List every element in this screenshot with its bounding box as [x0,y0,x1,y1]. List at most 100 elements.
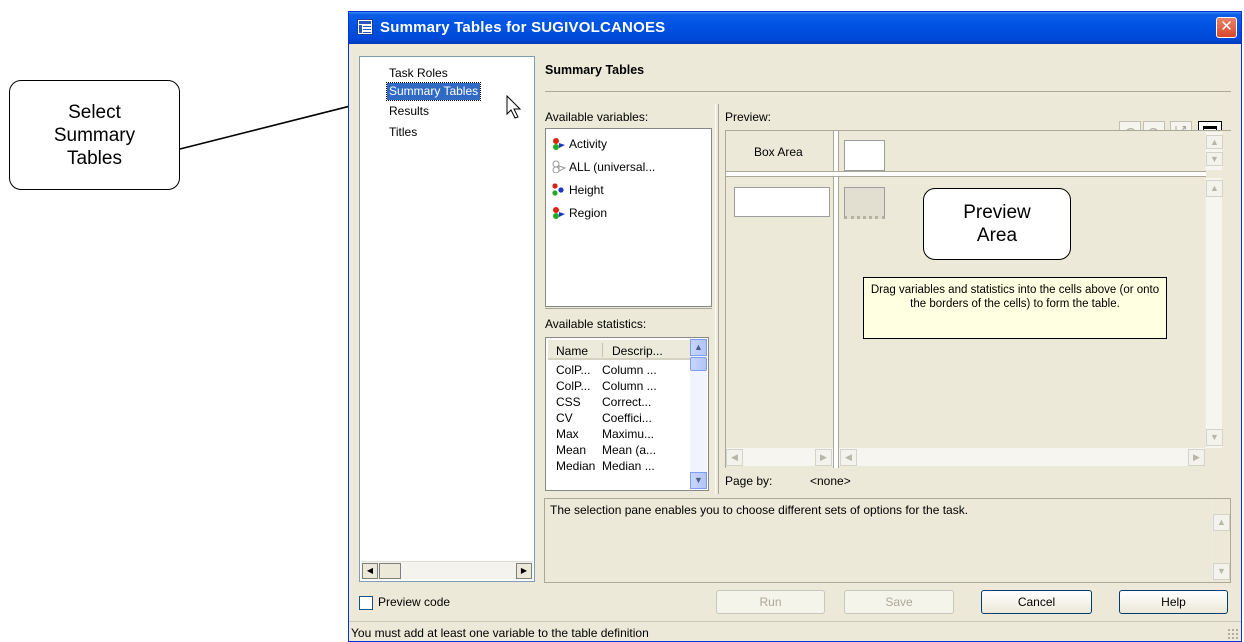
table-row[interactable]: Mean Mean (a... [556,443,656,457]
nav-item-titles[interactable]: Titles [387,124,419,140]
variable-item-region[interactable]: Region [552,206,607,220]
scroll-down-arrow-icon[interactable]: ▼ [1213,563,1230,580]
column-header-name[interactable]: Name [556,344,588,358]
stat-name: Max [556,427,579,441]
column-header-description[interactable]: Descrip... [612,344,663,358]
section-heading: Summary Tables [545,63,645,77]
nav-item-label: Results [389,104,430,118]
row-heading-cell[interactable] [734,187,830,217]
preview-code-checkbox[interactable] [359,596,373,610]
scroll-left-arrow-icon[interactable]: ◀ [362,563,378,579]
column-divider [833,131,839,468]
callout-preview-text: Preview Area [963,202,1031,246]
available-statistics-label: Available statistics: [545,317,647,331]
table-row[interactable]: Median Median ... [556,459,655,473]
scroll-right-arrow-icon[interactable]: ▶ [815,449,832,466]
preview-horizontal-scrollbar[interactable]: ◀ ▶ [839,448,1205,466]
callout-preview-area: Preview Area [923,188,1071,260]
callout-select-text: Select Summary Tables [53,101,136,169]
nav-item-task-roles[interactable]: Task Roles [387,65,450,81]
stat-description: Column ... [602,379,657,393]
stat-description: Correct... [602,395,652,409]
table-row[interactable]: CV Coeffici... [556,411,652,425]
nav-item-results[interactable]: Results [387,103,431,119]
status-bar: You must add at least one variable to th… [349,621,1241,641]
stat-description: Coeffici... [602,411,652,425]
scroll-up-arrow-icon[interactable]: ▲ [1213,514,1230,531]
title-bar[interactable]: Summary Tables for SUGIVOLCANOES ✕ [349,12,1241,44]
variables-list[interactable]: Activity ALL (universal... Height Region [545,128,712,307]
scroll-left-arrow-icon[interactable]: ◀ [840,449,857,466]
scroll-down-arrow-icon[interactable]: ▼ [690,472,707,489]
help-button[interactable]: Help [1119,590,1228,614]
nav-item-label: Titles [389,125,418,139]
description-text: The selection pane enables you to choose… [550,503,969,517]
scroll-right-arrow-icon[interactable]: ▶ [1188,449,1205,466]
results-cell[interactable] [844,187,885,219]
resize-grip-icon[interactable] [1227,628,1239,640]
stat-description: Median ... [602,459,655,473]
table-row[interactable]: Max Maximu... [556,427,654,441]
variable-label: Region [569,206,608,220]
save-button[interactable]: Save [844,590,954,614]
scroll-right-arrow-icon[interactable]: ▶ [516,563,532,579]
scroll-up-arrow-icon[interactable]: ▲ [690,339,707,356]
preview-vertical-scrollbar[interactable]: ▲ ▼ [1205,178,1223,448]
row-heading-scrollbar[interactable]: ◀ ▶ [726,448,833,466]
scroll-down-arrow-icon[interactable]: ▼ [1206,429,1223,446]
stat-description: Maximu... [602,427,655,441]
statistics-scrollbar[interactable]: ▲ ▼ [690,339,707,489]
analysis-variable-icon [552,183,564,196]
mouse-cursor-icon [506,95,522,119]
preview-label: Preview: [725,110,772,124]
navigation-pane: Task Roles Summary Tables Results Titles… [359,56,535,582]
variable-item-all[interactable]: ALL (universal... [552,160,655,174]
scroll-left-arrow-icon[interactable]: ◀ [726,449,743,466]
category-variable-icon [553,138,565,150]
table-row[interactable]: ColP... Column ... [556,363,657,377]
column-heading-cell[interactable] [844,140,885,171]
scroll-up-arrow-icon[interactable]: ▲ [1206,180,1223,197]
pane-splitter[interactable] [715,104,719,494]
run-button[interactable]: Run [716,590,825,614]
description-pane: The selection pane enables you to choose… [544,498,1231,583]
stat-name: ColP... [556,379,591,393]
preview-area: Box Area ▲ ▼ ▲ ▼ ◀ ▶ ◀ ▶ Drag variables … [725,130,1231,468]
column-header-separator[interactable] [602,343,603,357]
statistics-list[interactable]: Name Descrip... ColP... Column ... ColP..… [545,337,709,491]
statistics-divider [545,308,712,309]
category-variable-icon [553,207,565,219]
variable-item-activity[interactable]: Activity [552,137,607,151]
close-button[interactable]: ✕ [1216,17,1237,38]
variable-label: Activity [569,137,608,151]
scroll-up-arrow-icon[interactable]: ▲ [1206,135,1223,149]
stat-name: Median [556,459,596,473]
variable-label: ALL (universal... [569,160,656,174]
page-by-value[interactable]: <none> [810,474,851,488]
page-by-label: Page by: [725,474,773,488]
stat-name: CV [556,411,573,425]
scroll-thumb[interactable] [690,357,707,371]
stat-name: CSS [556,395,581,409]
description-scrollbar[interactable]: ▲ ▼ [1212,500,1230,581]
scroll-thumb[interactable] [379,563,401,579]
column-scrollbar[interactable]: ▲ ▼ [1205,132,1223,170]
table-row[interactable]: CSS Correct... [556,395,651,409]
nav-item-label: Summary Tables [389,84,479,98]
variable-item-height[interactable]: Height [552,183,604,197]
scroll-down-arrow-icon[interactable]: ▼ [1206,152,1223,166]
hint-text: Drag variables and statistics into the c… [870,284,1160,310]
statistics-header: Name Descrip... [548,340,691,360]
window-title: Summary Tables for SUGIVOLCANOES [380,19,666,36]
row-divider [726,171,1206,177]
nav-item-label: Task Roles [389,66,448,80]
universal-class-icon [552,160,567,174]
nav-horizontal-scrollbar[interactable]: ◀ ▶ [361,561,533,579]
nav-item-summary-tables[interactable]: Summary Tables [385,82,482,101]
summary-tables-dialog: Summary Tables for SUGIVOLCANOES ✕ Task … [348,11,1242,642]
cancel-button[interactable]: Cancel [981,590,1092,614]
stat-description: Mean (a... [602,443,657,457]
table-row[interactable]: ColP... Column ... [556,379,657,393]
status-text: You must add at least one variable to th… [351,626,649,640]
preview-code-label[interactable]: Preview code [378,595,450,609]
